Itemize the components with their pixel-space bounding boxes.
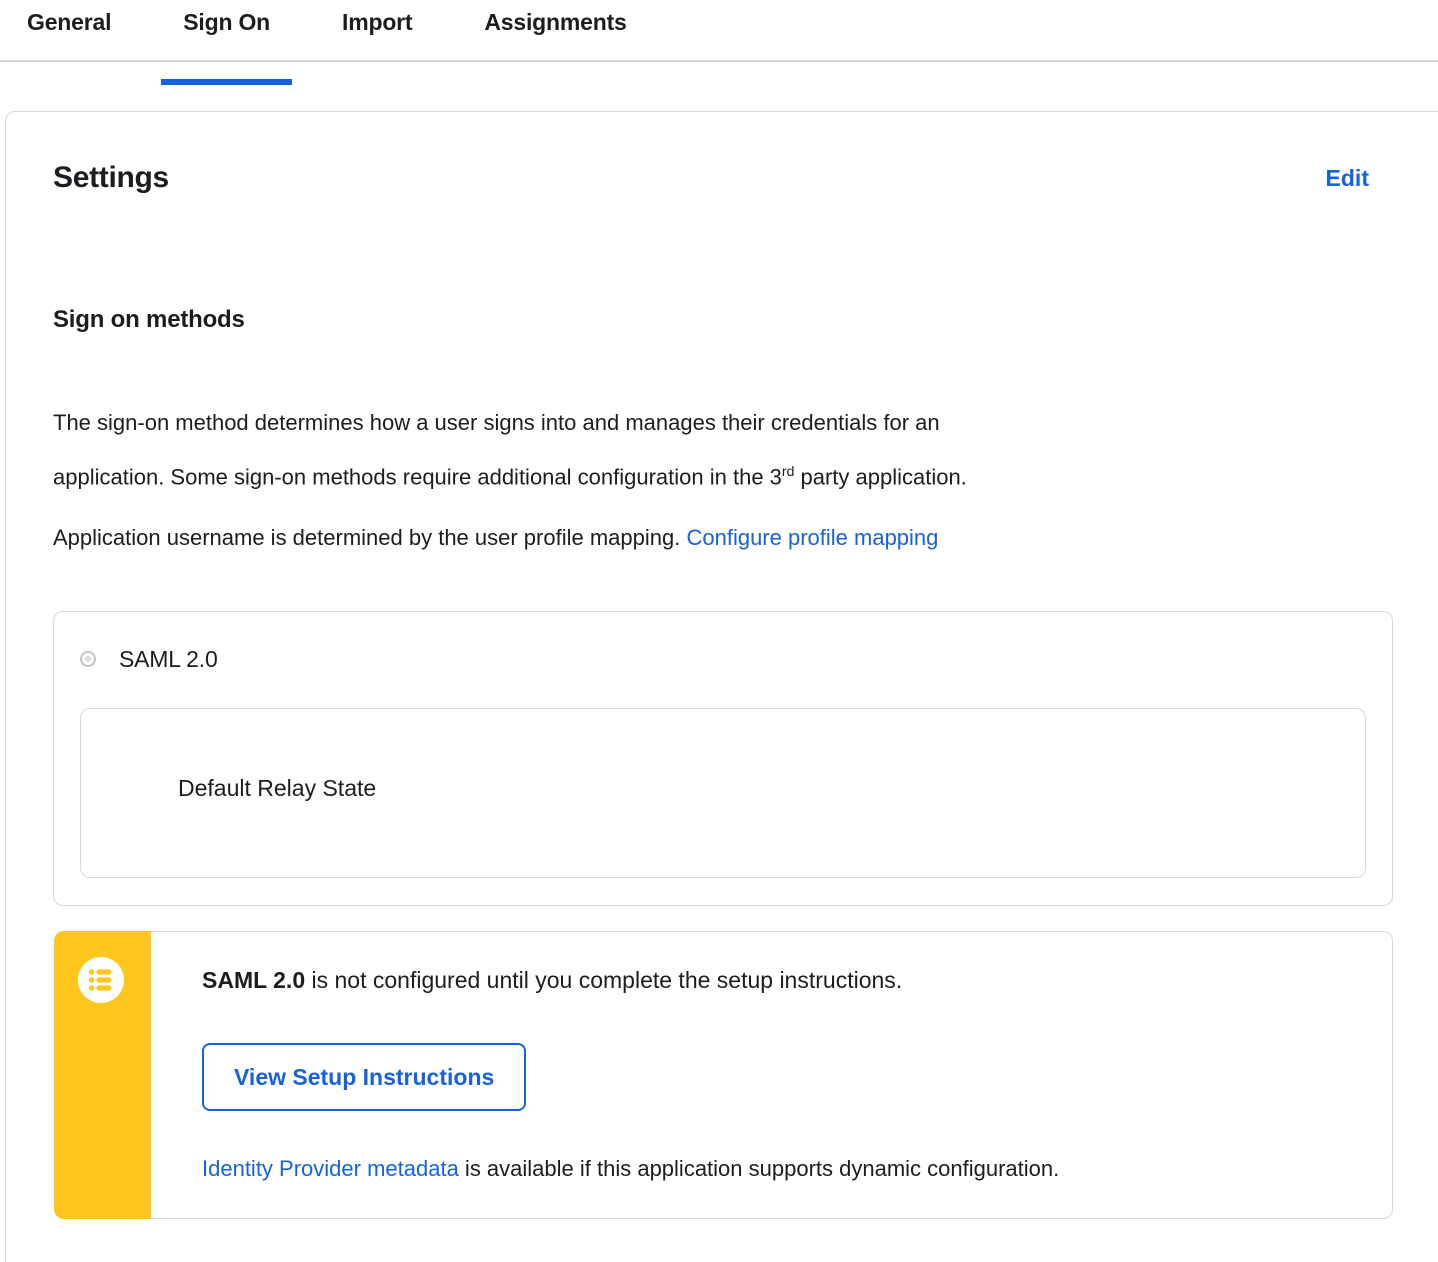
tab-sign-on[interactable]: Sign On [161,0,292,85]
view-setup-instructions-button[interactable]: View Setup Instructions [202,1043,527,1112]
tab-general-label: General [27,9,112,35]
settings-card: Settings Edit Sign on methods The sign-o… [5,111,1438,1262]
ordinal-superscript: rd [781,463,795,479]
default-relay-state-label: Default Relay State [178,775,377,802]
tab-general[interactable]: General [5,0,133,60]
tab-import[interactable]: Import [320,0,434,60]
warning-message: SAML 2.0 is not configured until you com… [202,967,903,994]
tab-bar: General Sign On Import Assignments [0,0,1438,85]
configure-profile-mapping-link[interactable]: Configure profile mapping [686,525,938,550]
metadata-note: Identity Provider metadata is available … [202,1156,1060,1182]
default-relay-state-box: Default Relay State [80,708,1366,879]
warning-message-bold: SAML 2.0 [202,967,306,994]
edit-button[interactable]: Edit [1326,165,1369,192]
tab-assignments-label: Assignments [484,9,627,35]
saml-radio-button[interactable] [82,653,94,666]
saml-radio-label: SAML 2.0 [119,645,218,672]
page-title: Settings [53,161,169,194]
warning-content: SAML 2.0 is not configured until you com… [202,932,1392,1218]
saml-radio-row: SAML 2.0 [80,645,1366,673]
section-heading: Sign on methods [53,306,245,333]
identity-provider-metadata-link[interactable]: Identity Provider metadata [202,1156,459,1181]
saml-warning-callout: SAML 2.0 is not configured until you com… [54,931,1393,1220]
tab-assignments[interactable]: Assignments [462,0,648,60]
warning-accent-strip [54,931,151,1220]
tab-sign-on-label: Sign On [183,9,271,35]
saml-method-box: SAML 2.0 Default Relay State [53,611,1393,907]
settings-card-header: Settings Edit [53,159,1369,197]
description-line-1: The sign-on method determines how a user… [53,410,940,435]
bulleted-list-icon [78,957,124,1004]
tab-import-label: Import [342,9,413,35]
username-note: Application username is determined by th… [53,525,939,551]
description-line-2: application. Some sign-on methods requir… [53,463,967,490]
sign-on-description: The sign-on method determines how a user… [53,398,1393,501]
sign-on-methods-section: Sign on methods The sign-on method deter… [53,304,1393,1220]
